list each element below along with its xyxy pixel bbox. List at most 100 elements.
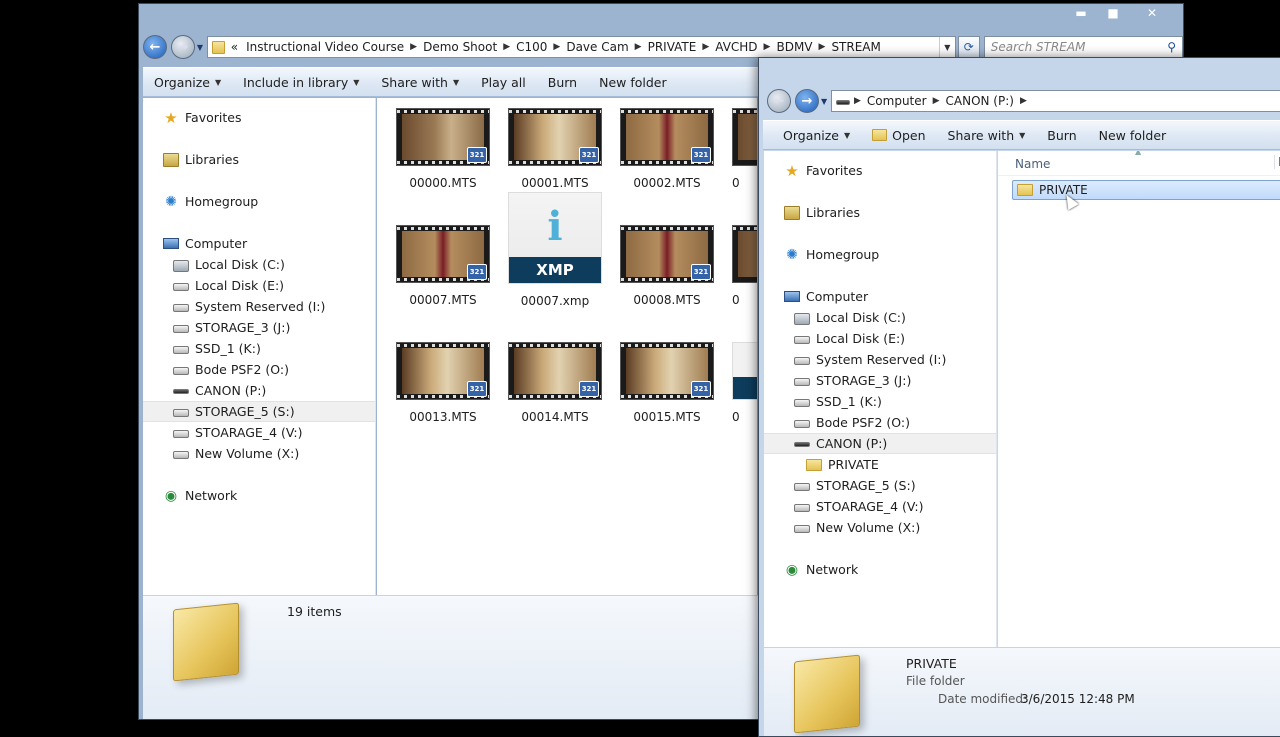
nav-drive[interactable]: CANON (P:) (143, 380, 375, 401)
address-bar[interactable]: « Instructional Video Course ▶ Demo Shoot… (206, 36, 956, 58)
nav-libraries[interactable]: Libraries (764, 202, 996, 223)
breadcrumb-item[interactable]: AVCHD (711, 40, 761, 54)
nav-label: Favorites (806, 163, 863, 178)
nav-drive[interactable]: New Volume (X:) (143, 443, 375, 464)
chevron-right-icon[interactable]: ▶ (551, 42, 562, 52)
file-item[interactable]: 321 00007.MTS (396, 225, 490, 307)
file-item-partial[interactable]: 0 (732, 225, 757, 307)
file-item[interactable]: 321 00014.MTS (508, 342, 602, 424)
nav-network[interactable]: ◉ Network (764, 559, 996, 580)
forward-button[interactable]: → (795, 89, 819, 113)
list-row-selected[interactable]: PRIVATE (1012, 180, 1280, 200)
breadcrumb-item[interactable]: Demo Shoot (419, 40, 501, 54)
nav-drive[interactable]: Bode PSF2 (O:) (143, 359, 375, 380)
play-all-button[interactable]: Play all (470, 75, 537, 90)
nav-drive[interactable]: STORAGE_3 (J:) (764, 370, 996, 391)
file-item[interactable]: 321 00000.MTS (396, 108, 490, 190)
nav-drive[interactable]: Local Disk (C:) (764, 307, 996, 328)
share-with-menu[interactable]: Share with ▼ (937, 128, 1037, 143)
chevron-right-icon[interactable]: ▶ (852, 96, 863, 106)
search-input[interactable]: Search STREAM ⚲ (983, 36, 1183, 58)
back-button[interactable]: ← (767, 89, 791, 113)
nav-drive[interactable]: SSD_1 (K:) (764, 391, 996, 412)
file-item-partial[interactable]: 0 (732, 108, 757, 190)
nav-label: Favorites (185, 110, 242, 125)
column-header-name[interactable]: Name (1015, 157, 1050, 171)
nav-drive[interactable]: New Volume (X:) (764, 517, 996, 538)
file-item[interactable]: 321 00008.MTS (620, 225, 714, 307)
include-in-library-menu[interactable]: Include in library ▼ (232, 75, 370, 90)
file-item-partial[interactable]: 0 (732, 342, 757, 424)
nav-computer[interactable]: Computer (143, 233, 375, 254)
nav-favorites[interactable]: ★ Favorites (143, 107, 375, 128)
minimize-button[interactable]: ▬ (1065, 4, 1097, 22)
nav-drive[interactable]: System Reserved (I:) (764, 349, 996, 370)
breadcrumb-item[interactable]: C100 (512, 40, 551, 54)
column-header-next[interactable]: D (1274, 155, 1280, 169)
maximize-button[interactable]: ■ (1097, 4, 1129, 22)
nav-drive-selected[interactable]: CANON (P:) (764, 433, 996, 454)
nav-drive[interactable]: STOARAGE_4 (V:) (143, 422, 375, 443)
nav-drive[interactable]: STORAGE_5 (S:) (764, 475, 996, 496)
nav-drive[interactable]: STOARAGE_4 (V:) (764, 496, 996, 517)
close-button[interactable]: ✕ (1129, 4, 1175, 22)
nav-drive[interactable]: Bode PSF2 (O:) (764, 412, 996, 433)
nav-libraries[interactable]: Libraries (143, 149, 375, 170)
organize-menu[interactable]: Organize ▼ (143, 75, 232, 90)
nav-drive[interactable]: System Reserved (I:) (143, 296, 375, 317)
chevron-right-icon[interactable]: ▶ (408, 42, 419, 52)
file-item[interactable]: 321 00015.MTS (620, 342, 714, 424)
address-dropdown-icon[interactable]: ▼ (938, 37, 955, 57)
file-item[interactable]: i XMP 00007.xmp (508, 192, 602, 308)
drive-icon (794, 482, 810, 491)
xmp-label: XMP (509, 257, 601, 283)
burn-button[interactable]: Burn (1036, 128, 1087, 143)
new-folder-button[interactable]: New folder (588, 75, 678, 90)
nav-drive[interactable]: Local Disk (C:) (143, 254, 375, 275)
nav-drive[interactable]: Local Disk (E:) (143, 275, 375, 296)
nav-drive[interactable]: SSD_1 (K:) (143, 338, 375, 359)
refresh-button[interactable]: ⟳ (957, 36, 980, 58)
breadcrumb-item[interactable]: Instructional Video Course (242, 40, 408, 54)
breadcrumb-item[interactable]: Dave Cam (562, 40, 632, 54)
chevron-right-icon[interactable]: ▶ (931, 96, 942, 106)
nav-network[interactable]: ◉ Network (143, 485, 375, 506)
breadcrumb-overflow[interactable]: « (227, 40, 242, 54)
breadcrumb-item[interactable]: PRIVATE (644, 40, 701, 54)
nav-computer[interactable]: Computer (764, 286, 996, 307)
recent-pages-dropdown[interactable]: ▼ (197, 43, 207, 52)
breadcrumb-item[interactable]: STREAM (827, 40, 884, 54)
nav-favorites[interactable]: ★ Favorites (764, 160, 996, 181)
chevron-right-icon[interactable]: ▶ (501, 42, 512, 52)
breadcrumb-item[interactable]: Computer (863, 94, 931, 108)
nav-homegroup[interactable]: ✺ Homegroup (764, 244, 996, 265)
nav-subfolder[interactable]: PRIVATE (764, 454, 996, 475)
share-with-menu[interactable]: Share with ▼ (370, 75, 470, 90)
organize-menu[interactable]: Organize ▼ (763, 128, 861, 143)
forward-button[interactable]: → (170, 35, 195, 59)
new-folder-button[interactable]: New folder (1088, 128, 1178, 143)
back-button[interactable]: ← (143, 35, 167, 59)
address-bar[interactable]: ▶ Computer ▶ CANON (P:) ▶ (831, 90, 1280, 112)
file-item[interactable]: 321 00001.MTS (508, 108, 602, 190)
nav-drive[interactable]: Local Disk (E:) (764, 328, 996, 349)
open-button[interactable]: Open (861, 128, 936, 143)
chevron-right-icon[interactable]: ▶ (762, 42, 773, 52)
file-item[interactable]: 321 00002.MTS (620, 108, 714, 190)
nav-label: CANON (P:) (816, 436, 888, 451)
search-icon[interactable]: ⚲ (1167, 40, 1176, 54)
nav-homegroup[interactable]: ✺ Homegroup (143, 191, 375, 212)
nav-drive-selected[interactable]: STORAGE_5 (S:) (143, 401, 375, 422)
nav-drive[interactable]: STORAGE_3 (J:) (143, 317, 375, 338)
chevron-right-icon[interactable]: ▶ (817, 42, 828, 52)
share-label: Share with (947, 127, 1015, 143)
file-item[interactable]: 321 00013.MTS (396, 342, 490, 424)
recent-pages-dropdown[interactable]: ▼ (821, 97, 831, 106)
burn-button[interactable]: Burn (537, 75, 588, 90)
chevron-right-icon[interactable]: ▶ (700, 42, 711, 52)
chevron-right-icon[interactable]: ▶ (633, 42, 644, 52)
breadcrumb-item[interactable]: BDMV (772, 40, 816, 54)
media-badge-icon: 321 (579, 147, 599, 163)
chevron-right-icon[interactable]: ▶ (1018, 96, 1029, 106)
breadcrumb-item[interactable]: CANON (P:) (942, 94, 1018, 108)
